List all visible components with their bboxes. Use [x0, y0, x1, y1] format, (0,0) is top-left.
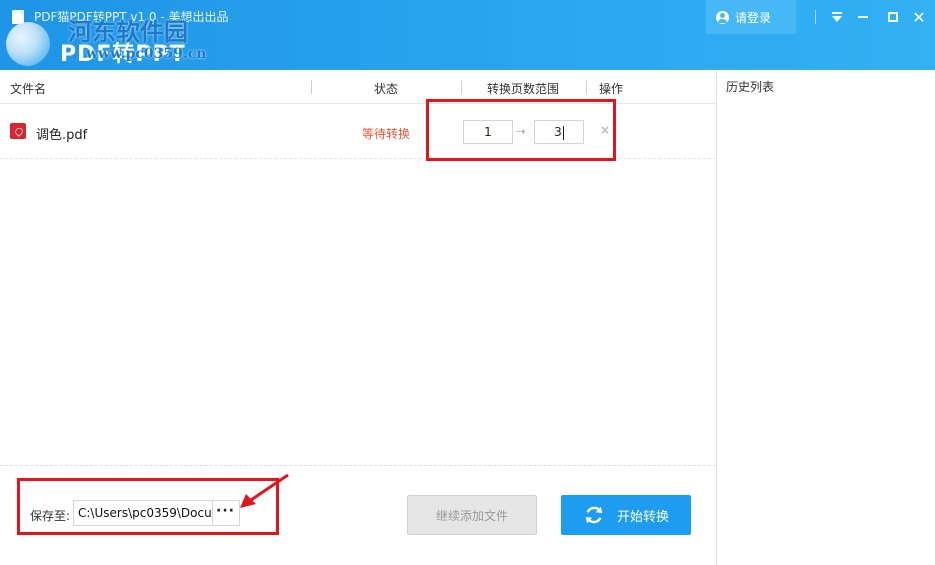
start-convert-label: 开始转换: [616, 509, 669, 525]
red-arrow-icon: [240, 473, 289, 508]
login-button[interactable]: 请登录: [706, 0, 796, 34]
file-list-panel: 文件名 状态 转换页数范围 操作 调色.pdf 等待转换 1 ⇢ 3 × 保存至…: [0, 70, 716, 565]
start-convert-button[interactable]: 开始转换: [561, 495, 691, 535]
header-divider: [586, 80, 587, 94]
header-filename: 文件名: [10, 82, 47, 96]
history-panel: 历史列表: [716, 70, 935, 565]
title-bar: PDF猫PDF转PPT v1.0 - 美想出出品 PDF转PPT 河东软件园 w…: [0, 0, 935, 70]
pdf-file-icon: [10, 123, 26, 139]
user-icon: [716, 10, 729, 24]
file-name: 调色.pdf: [36, 128, 88, 143]
highlight-box-range: [426, 99, 616, 161]
watermark-text: 河东软件园: [68, 17, 188, 46]
login-label: 请登录: [735, 10, 772, 25]
menu-dropdown-icon[interactable]: [826, 5, 848, 29]
header-divider: [311, 80, 312, 94]
header-divider: [461, 80, 462, 94]
header-status: 状态: [374, 82, 399, 96]
watermark-logo-icon: [6, 22, 50, 66]
minimize-icon[interactable]: [852, 5, 874, 29]
header-action: 操作: [599, 82, 624, 96]
refresh-icon: [585, 506, 603, 524]
watermark-url: www.pc0359.cn: [86, 46, 207, 62]
footer-divider: [0, 465, 716, 466]
status-text: 等待转换: [362, 127, 411, 141]
add-files-button[interactable]: 继续添加文件: [407, 495, 537, 535]
header-range: 转换页数范围: [487, 82, 560, 96]
close-icon[interactable]: ✕: [908, 5, 930, 29]
maximize-icon[interactable]: [882, 5, 904, 29]
titlebar-divider: [815, 10, 816, 24]
history-title: 历史列表: [726, 80, 775, 94]
